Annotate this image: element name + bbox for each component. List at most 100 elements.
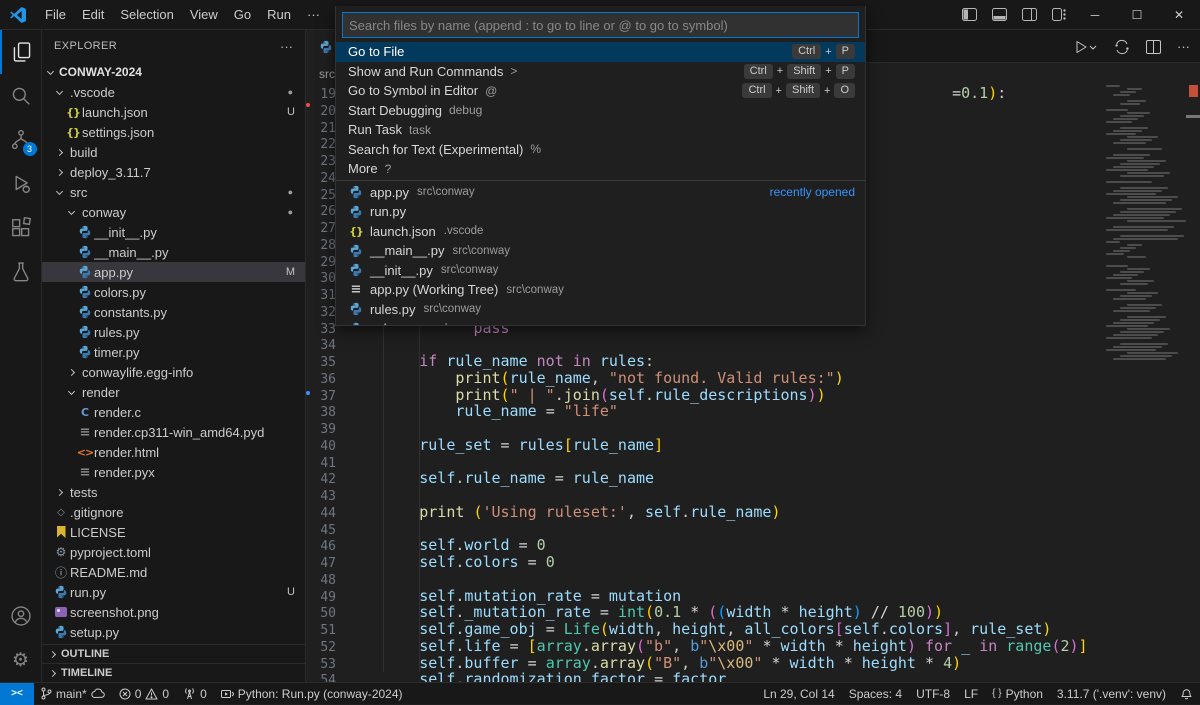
- minimize-button[interactable]: ─: [1074, 0, 1116, 30]
- outline-section[interactable]: OUTLINE: [42, 644, 305, 663]
- menu-edit[interactable]: Edit: [74, 4, 112, 26]
- activity-source-control-icon[interactable]: 3: [0, 118, 42, 162]
- tree-item-license[interactable]: LICENSE: [42, 522, 305, 542]
- quick-open-file-colors.py[interactable]: colors.pysrc\conway: [336, 319, 865, 326]
- menu-bar: FileEditSelectionViewGoRun···: [37, 4, 328, 26]
- split-editor-icon[interactable]: [1146, 40, 1161, 54]
- code-line-52: 52 self.life = [array.array("b", b"\x00"…: [306, 638, 1186, 655]
- tree-item-colors.py[interactable]: colors.py: [42, 282, 305, 302]
- quick-open-command-show-and-run-commands[interactable]: Show and Run Commands>Ctrl+Shift+P: [336, 62, 865, 82]
- menu-view[interactable]: View: [182, 4, 226, 26]
- tree-item-__init__.py[interactable]: __init__.py: [42, 222, 305, 242]
- activity-testing-icon[interactable]: [0, 250, 42, 294]
- tree-item-pyproject.toml[interactable]: ⚙pyproject.toml: [42, 542, 305, 562]
- code-line-49: 49 self.mutation_rate = mutation: [306, 588, 1186, 605]
- tree-item-conwaylife.egg-info[interactable]: conwaylife.egg-info: [42, 362, 305, 382]
- menu-run[interactable]: Run: [259, 4, 299, 26]
- quick-open-input[interactable]: [342, 12, 859, 38]
- quick-open-file-run.py[interactable]: run.py: [336, 202, 865, 222]
- toggle-panel-icon[interactable]: [984, 0, 1014, 30]
- menu-[interactable]: ···: [299, 4, 328, 26]
- quick-open-command-search-for-text--experimental-[interactable]: Search for Text (Experimental)%: [336, 140, 865, 160]
- tree-item-settings.json[interactable]: {}settings.json: [42, 122, 305, 142]
- timeline-section[interactable]: TIMELINE: [42, 663, 305, 682]
- quick-open-file-rules.py[interactable]: rules.pysrc\conway: [336, 300, 865, 320]
- activity-run-debug-icon[interactable]: [0, 162, 42, 206]
- tree-item-launch.json[interactable]: {}launch.jsonU: [42, 102, 305, 122]
- tree-item-constants.py[interactable]: constants.py: [42, 302, 305, 322]
- settings-gear-icon[interactable]: ⚙: [0, 638, 42, 682]
- explorer-root-folder[interactable]: CONWAY-2024: [42, 62, 305, 82]
- quick-open-file-app.py[interactable]: app.pysrc\conwayrecently opened: [336, 183, 865, 203]
- tree-item-.gitignore[interactable]: ◇.gitignore: [42, 502, 305, 522]
- toggle-secondary-sidebar-icon[interactable]: [1014, 0, 1044, 30]
- quick-open-command-go-to-symbol-in-editor[interactable]: Go to Symbol in Editor@Ctrl+Shift+O: [336, 81, 865, 101]
- chevron-right-icon: [55, 148, 62, 155]
- python-file-icon: [349, 302, 364, 317]
- tree-item-__main__.py[interactable]: __main__.py: [42, 242, 305, 262]
- indentation-item[interactable]: Spaces: 4: [842, 683, 909, 705]
- tab-app-py[interactable]: [306, 30, 335, 63]
- customize-layout-icon[interactable]: [1044, 0, 1074, 30]
- tree-item-timer.py[interactable]: timer.py: [42, 342, 305, 362]
- problems-item[interactable]: 0 0: [112, 683, 176, 705]
- debug-config-item[interactable]: Python: Run.py (conway-2024): [214, 683, 410, 705]
- source-control-badge: 3: [23, 142, 37, 156]
- cursor-position-item[interactable]: Ln 29, Col 14: [756, 683, 841, 705]
- tree-item-build[interactable]: build: [42, 142, 305, 162]
- json-file-icon: {}: [66, 125, 81, 140]
- minimap[interactable]: [1106, 85, 1186, 415]
- tree-item-render[interactable]: render: [42, 382, 305, 402]
- tree-item-render.cp311-win_amd64.pyd[interactable]: ≡render.cp311-win_amd64.pyd: [42, 422, 305, 442]
- branch-item[interactable]: main*: [34, 683, 112, 705]
- quick-open-file-__main__.py[interactable]: __main__.pysrc\conway: [336, 241, 865, 261]
- tree-item-deploy_3.11.7[interactable]: deploy_3.11.7: [42, 162, 305, 182]
- remote-indicator[interactable]: ><: [0, 683, 34, 705]
- ports-item[interactable]: 0: [176, 683, 214, 705]
- html-file-icon: <>: [78, 445, 93, 460]
- tree-item-run.py[interactable]: run.pyU: [42, 582, 305, 602]
- quick-open-command-run-task[interactable]: Run Tasktask: [336, 120, 865, 140]
- code-line-44: 44 print ('Using ruleset:', self.rule_na…: [306, 504, 1186, 521]
- activity-explorer-icon[interactable]: [0, 30, 42, 74]
- language-mode-item[interactable]: { } Python: [985, 683, 1050, 705]
- menu-file[interactable]: File: [37, 4, 74, 26]
- close-button[interactable]: ✕: [1158, 0, 1200, 30]
- eol-item[interactable]: LF: [957, 683, 985, 705]
- quick-open-command-go-to-file[interactable]: Go to FileCtrl+P: [336, 42, 865, 62]
- tree-item-tests[interactable]: tests: [42, 482, 305, 502]
- sync-cloud-icon: [91, 688, 105, 699]
- editor-more-actions-icon[interactable]: ···: [1177, 39, 1190, 54]
- quick-open-command-start-debugging[interactable]: Start Debuggingdebug: [336, 101, 865, 121]
- quick-open-command-more[interactable]: More?: [336, 159, 865, 179]
- notifications-bell-icon[interactable]: [1173, 683, 1200, 705]
- tree-item-setup.py[interactable]: setup.py: [42, 622, 305, 642]
- menu-go[interactable]: Go: [226, 4, 259, 26]
- activity-search-icon[interactable]: [0, 74, 42, 118]
- quick-open-file-launch.json[interactable]: {}launch.json.vscode: [336, 222, 865, 242]
- tree-item-render.pyx[interactable]: ≡render.pyx: [42, 462, 305, 482]
- maximize-button[interactable]: ☐: [1116, 0, 1158, 30]
- quick-open-file-app.py--working-tree-[interactable]: ≡app.py (Working Tree)src\conway: [336, 280, 865, 300]
- explorer-more-actions-icon[interactable]: ···: [280, 39, 293, 54]
- activity-extensions-icon[interactable]: [0, 206, 42, 250]
- editor-scrollbar[interactable]: [1186, 55, 1200, 704]
- menu-selection[interactable]: Selection: [112, 4, 181, 26]
- tree-item-src[interactable]: src●: [42, 182, 305, 202]
- accounts-icon[interactable]: [0, 594, 42, 638]
- tree-item-.vscode[interactable]: .vscode●: [42, 82, 305, 102]
- encoding-item[interactable]: UTF-8: [909, 683, 957, 705]
- tree-item-readme.md[interactable]: ⓘREADME.md: [42, 562, 305, 582]
- tree-item-conway[interactable]: conway●: [42, 202, 305, 222]
- tree-item-screenshot.png[interactable]: screenshot.png: [42, 602, 305, 622]
- quick-open-file-__init__.py[interactable]: __init__.pysrc\conway: [336, 261, 865, 281]
- python-interpreter-item[interactable]: 3.11.7 ('.venv': venv): [1050, 683, 1173, 705]
- open-changes-icon[interactable]: [1114, 39, 1130, 55]
- toggle-primary-sidebar-icon[interactable]: [954, 0, 984, 30]
- tree-item-app.py[interactable]: app.pyM: [42, 262, 305, 282]
- tree-item-render.c[interactable]: Crender.c: [42, 402, 305, 422]
- quick-open-palette: Go to FileCtrl+PShow and Run Commands>Ct…: [335, 6, 866, 326]
- tree-item-render.html[interactable]: <>render.html: [42, 442, 305, 462]
- tree-item-rules.py[interactable]: rules.py: [42, 322, 305, 342]
- run-python-file-button[interactable]: [1075, 40, 1098, 54]
